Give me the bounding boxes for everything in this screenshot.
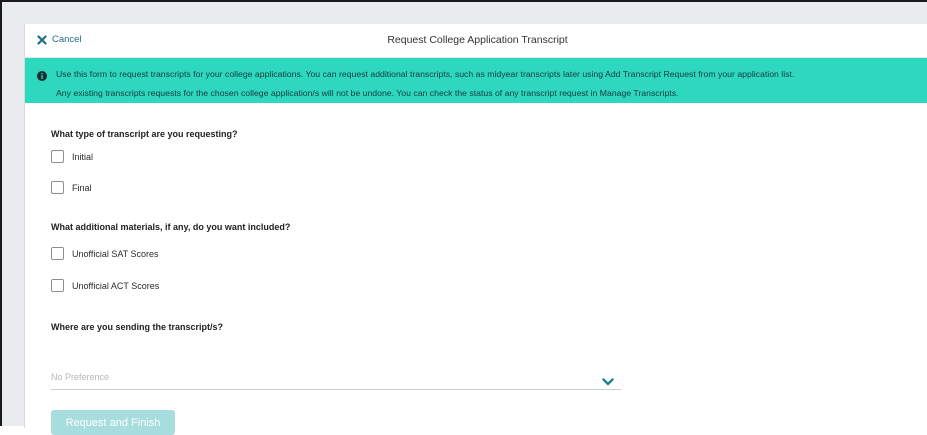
transcript-request-panel: Cancel Request College Application Trans… — [24, 24, 927, 435]
app-frame: Cancel Request College Application Trans… — [0, 0, 927, 435]
checkbox-box[interactable] — [51, 247, 64, 260]
checkbox-box[interactable] — [51, 150, 64, 163]
info-text-line-1: Use this form to request transcripts for… — [56, 69, 795, 79]
checkbox-box[interactable] — [51, 279, 64, 292]
request-and-finish-button[interactable]: Request and Finish — [51, 410, 175, 435]
checkbox-unofficial-act[interactable]: Unofficial ACT Scores — [51, 279, 159, 292]
chevron-down-icon[interactable] — [602, 373, 614, 391]
destination-question: Where are you sending the transcript/s? — [51, 322, 224, 332]
checkbox-unofficial-sat[interactable]: Unofficial SAT Scores — [51, 247, 159, 260]
materials-question: What additional materials, if any, do yo… — [51, 222, 291, 232]
page-title: Request College Application Transcript — [387, 34, 568, 46]
info-banner: Use this form to request transcripts for… — [25, 58, 927, 103]
checkbox-initial[interactable]: Initial — [51, 150, 93, 163]
destination-select-value: No Preference — [51, 372, 110, 382]
checkbox-label: Unofficial ACT Scores — [72, 280, 160, 291]
info-circle-icon — [37, 69, 47, 88]
checkbox-label: Unofficial SAT Scores — [72, 248, 159, 259]
checkbox-label: Initial — [72, 151, 94, 162]
destination-select[interactable]: No Preference — [51, 365, 621, 390]
info-text-line-2: Any existing transcripts requests for th… — [56, 88, 679, 98]
transcript-type-question: What type of transcript are you requesti… — [51, 129, 238, 139]
checkbox-box[interactable] — [51, 181, 64, 194]
checkbox-label: Final — [72, 182, 92, 193]
checkbox-final[interactable]: Final — [51, 181, 92, 194]
dialog-header: Cancel Request College Application Trans… — [25, 24, 927, 58]
